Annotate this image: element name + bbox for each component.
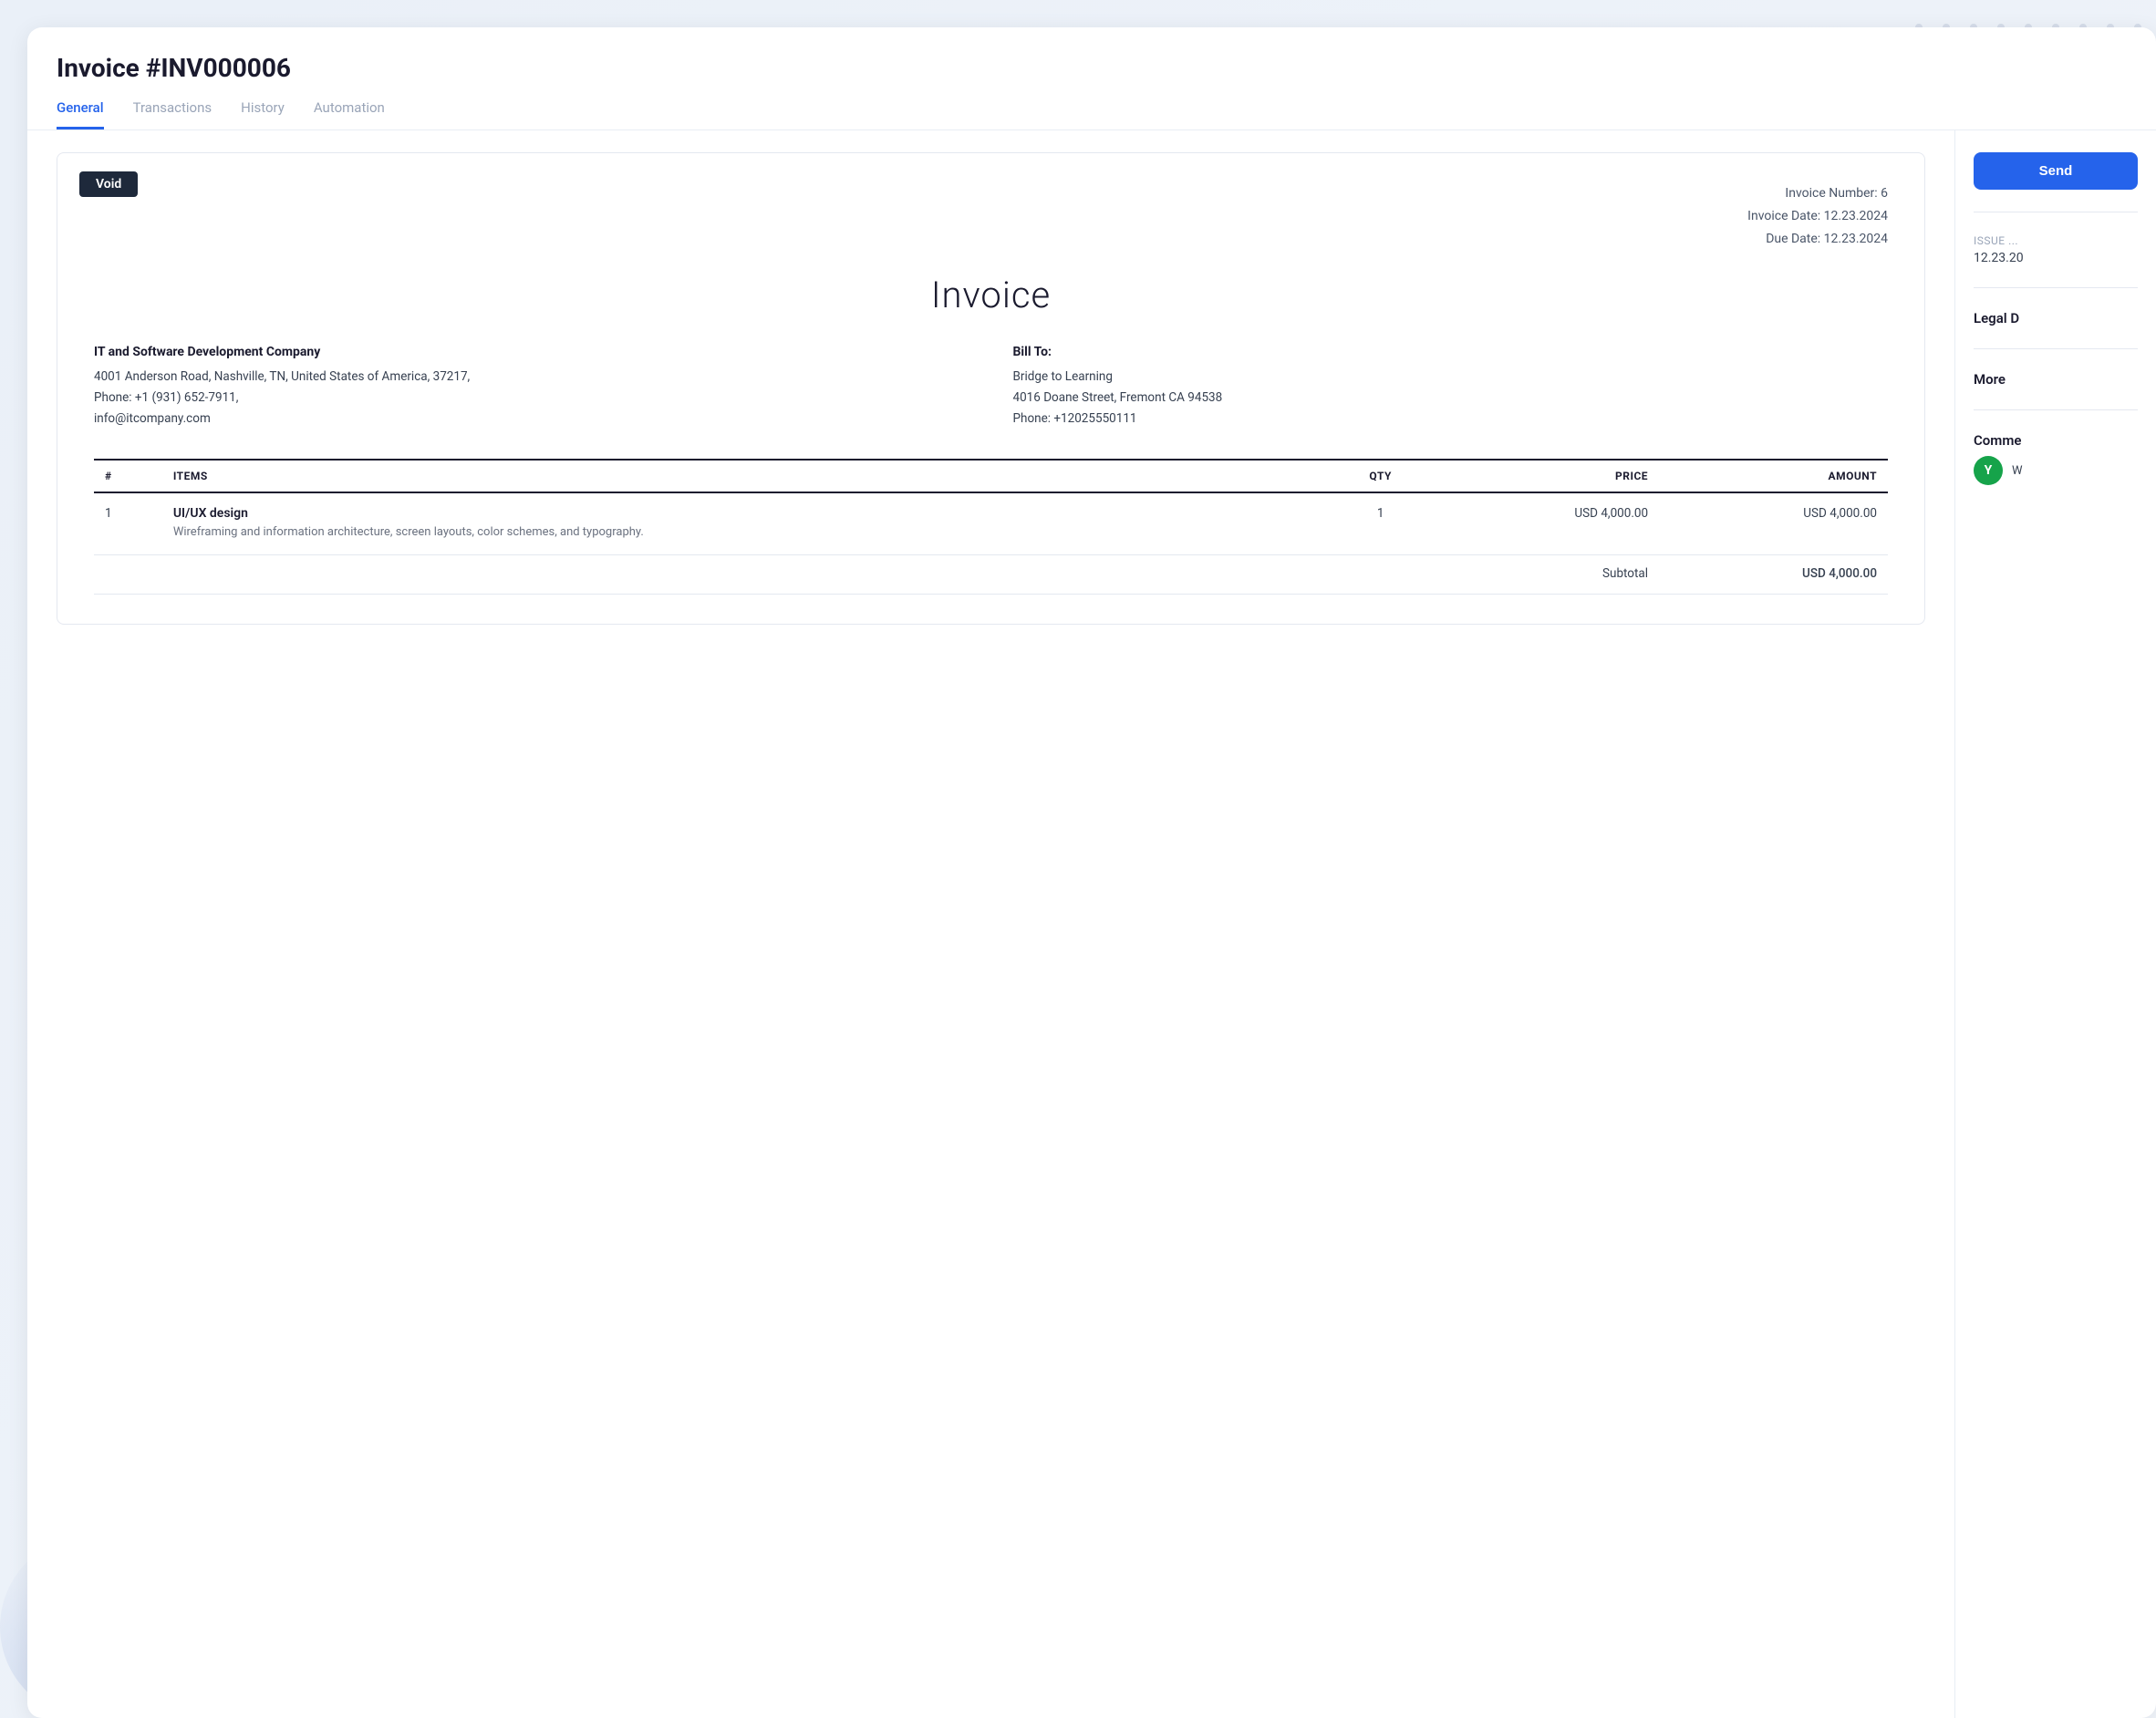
subtotal-value: USD 4,000.00 xyxy=(1659,554,1888,594)
due-date-label: Due Date: xyxy=(1766,232,1823,246)
card-content: Void Invoice Number: 6 Invoice Date: 12.… xyxy=(27,130,2156,1718)
right-sidebar: Send Issue ... 12.23.20 Legal D More Com… xyxy=(1955,130,2156,1718)
row-num: 1 xyxy=(94,492,162,554)
divider-4 xyxy=(1974,409,2138,410)
send-button[interactable]: Send xyxy=(1974,152,2138,190)
legal-title: Legal D xyxy=(1974,310,2138,326)
col-price: PRICE xyxy=(1433,460,1659,492)
billing-to: Bill To: Bridge to Learning 4016 Doane S… xyxy=(1013,342,1889,430)
invoice-heading: Invoice xyxy=(94,274,1888,316)
card-header: Invoice #INV000006 General Transactions … xyxy=(27,27,2156,130)
items-table: # ITEMS QTY PRICE AMOUNT 1 UI xyxy=(94,459,1888,595)
row-item: UI/UX design Wireframing and information… xyxy=(162,492,1328,554)
item-desc: Wireframing and information architecture… xyxy=(173,523,1317,542)
tab-transactions[interactable]: Transactions xyxy=(133,99,212,129)
page-wrapper: // Generate dots grid Invoice #INV000006… xyxy=(0,0,2156,1718)
billing-from: IT and Software Development Company 4001… xyxy=(94,342,969,430)
subtotal-label: Subtotal xyxy=(1433,554,1659,594)
from-company-name: IT and Software Development Company xyxy=(94,342,969,364)
issue-section: Issue ... 12.23.20 xyxy=(1974,234,2138,265)
comments-section: Comme Y W xyxy=(1974,432,2138,485)
invoice-date-value: 12.23.2024 xyxy=(1824,209,1888,223)
issue-value: 12.23.20 xyxy=(1974,251,2138,265)
main-card: Invoice #INV000006 General Transactions … xyxy=(27,27,2156,1718)
from-address: 4001 Anderson Road, Nashville, TN, Unite… xyxy=(94,367,969,388)
row-amount: USD 4,000.00 xyxy=(1659,492,1888,554)
bill-to-label: Bill To: xyxy=(1013,342,1889,364)
commenter-row: Y W xyxy=(1974,456,2138,485)
more-title: More xyxy=(1974,371,2138,388)
item-name: UI/UX design xyxy=(173,506,1317,521)
col-amount: AMOUNT xyxy=(1659,460,1888,492)
tab-general[interactable]: General xyxy=(57,99,104,129)
to-phone: Phone: +12025550111 xyxy=(1013,409,1889,430)
billing-section: IT and Software Development Company 4001… xyxy=(94,342,1888,430)
col-num: # xyxy=(94,460,162,492)
invoice-number-value: 6 xyxy=(1881,186,1888,201)
invoice-date-line: Invoice Date: 12.23.2024 xyxy=(94,205,1888,228)
to-address: 4016 Doane Street, Fremont CA 94538 xyxy=(1013,388,1889,409)
tab-history[interactable]: History xyxy=(241,99,285,129)
row-price: USD 4,000.00 xyxy=(1433,492,1659,554)
invoice-title: Invoice #INV000006 xyxy=(57,53,2127,83)
from-phone: Phone: +1 (931) 652-7911, xyxy=(94,388,969,409)
invoice-document: Void Invoice Number: 6 Invoice Date: 12.… xyxy=(57,152,1925,625)
due-date-value: 12.23.2024 xyxy=(1824,232,1888,246)
subtotal-row: Subtotal USD 4,000.00 xyxy=(94,554,1888,594)
from-email: info@itcompany.com xyxy=(94,409,969,430)
legal-section: Legal D xyxy=(1974,310,2138,326)
tabs-container: General Transactions History Automation xyxy=(57,99,2127,129)
comments-title: Comme xyxy=(1974,432,2138,449)
invoice-number-label: Invoice Number: xyxy=(1785,186,1881,201)
col-qty: QTY xyxy=(1328,460,1433,492)
row-qty: 1 xyxy=(1328,492,1433,554)
table-row: 1 UI/UX design Wireframing and informati… xyxy=(94,492,1888,554)
col-items: ITEMS xyxy=(162,460,1328,492)
invoice-meta: Invoice Number: 6 Invoice Date: 12.23.20… xyxy=(94,182,1888,252)
more-section: More xyxy=(1974,371,2138,388)
divider-2 xyxy=(1974,287,2138,288)
to-company-name: Bridge to Learning xyxy=(1013,367,1889,388)
issue-label: Issue ... xyxy=(1974,234,2138,247)
due-date-line: Due Date: 12.23.2024 xyxy=(94,228,1888,251)
table-header-row: # ITEMS QTY PRICE AMOUNT xyxy=(94,460,1888,492)
comment-text: W xyxy=(2012,464,2023,478)
invoice-number-line: Invoice Number: 6 xyxy=(94,182,1888,205)
tab-automation[interactable]: Automation xyxy=(314,99,385,129)
invoice-main: Void Invoice Number: 6 Invoice Date: 12.… xyxy=(27,130,1955,1718)
avatar: Y xyxy=(1974,456,2003,485)
invoice-date-label: Invoice Date: xyxy=(1747,209,1824,223)
divider-3 xyxy=(1974,348,2138,349)
void-stamp: Void xyxy=(79,171,138,197)
